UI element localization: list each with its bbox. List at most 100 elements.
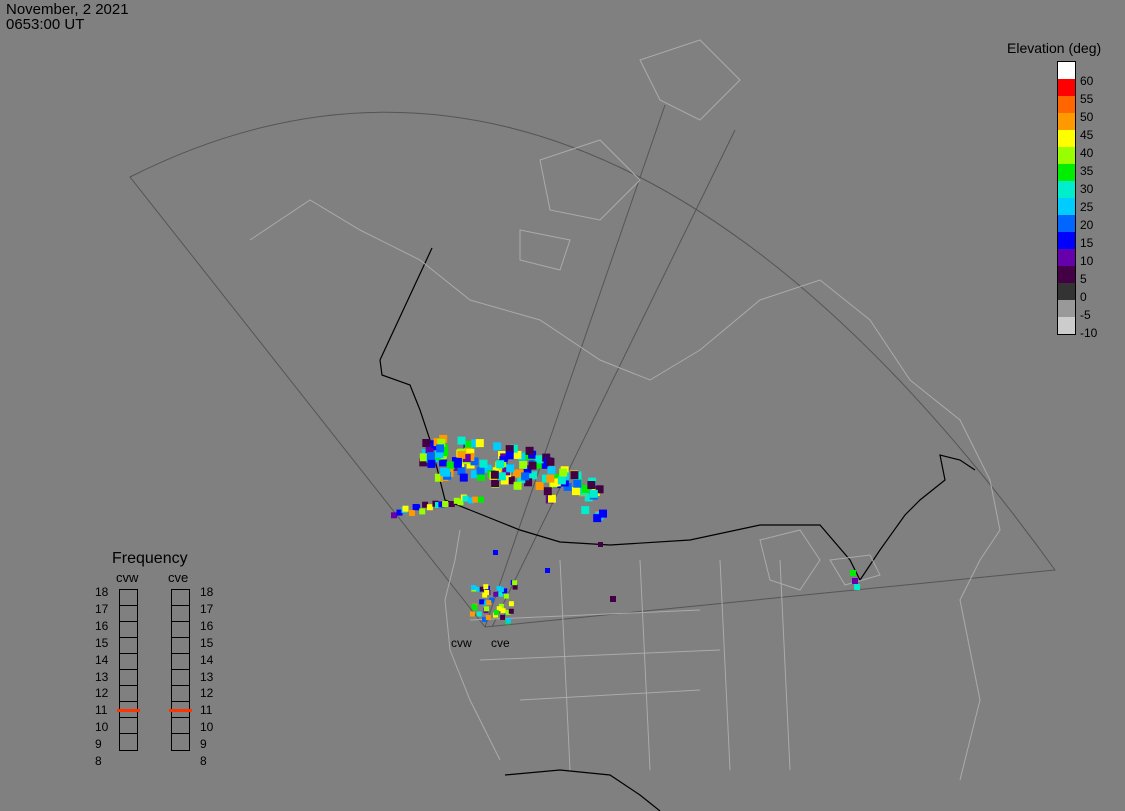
echo-cell — [500, 608, 506, 614]
frequency-cell — [172, 606, 189, 622]
radar-echoes — [391, 434, 860, 625]
great-lakes — [759, 529, 881, 591]
beam-line — [484, 104, 666, 628]
echo-cell — [479, 459, 488, 468]
echo-cell — [426, 452, 435, 461]
echo-cell — [476, 466, 485, 475]
colorbar-cell — [1058, 232, 1075, 249]
echo-cell — [593, 514, 602, 523]
echo-cell — [546, 457, 555, 466]
frequency-cell — [120, 734, 137, 750]
echo-cell — [471, 585, 476, 590]
colorbar-label: 10 — [1080, 254, 1094, 268]
colorbar-label: 20 — [1080, 218, 1094, 232]
frequency-cell — [172, 590, 189, 606]
echo-cell — [486, 600, 492, 606]
fov-outline — [129, 111, 1056, 628]
frequency-title: Frequency — [112, 550, 188, 567]
echo-cell — [479, 599, 485, 605]
echo-cell — [570, 471, 579, 480]
echo-cell — [546, 474, 555, 483]
frequency-cell — [172, 622, 189, 638]
frequency-cell — [120, 654, 137, 670]
echo-cell — [503, 593, 509, 599]
echo-cell — [422, 439, 431, 447]
echo-cell — [589, 489, 598, 498]
frequency-label-left: 18 — [95, 585, 109, 599]
echo-cell — [419, 508, 426, 515]
frequency-label-left: 14 — [95, 652, 109, 667]
time-label: 0653:00 UT — [6, 16, 85, 33]
echo-cell — [587, 481, 596, 489]
echo-cell — [547, 494, 556, 503]
echo-cell — [457, 436, 466, 445]
echo-cell — [505, 451, 514, 460]
canada-us-border — [379, 359, 976, 582]
colorbar-label: -5 — [1080, 308, 1091, 322]
echo-cell — [547, 466, 556, 475]
arctic-islands — [519, 39, 741, 271]
echo-cell — [469, 611, 475, 617]
us-mexico-border — [504, 769, 661, 811]
frequency-label-left: 17 — [95, 601, 109, 616]
colorbar-cell — [1058, 317, 1075, 334]
frequency-label-right: 9 — [200, 737, 207, 752]
radar-cvw-label: cvw — [116, 570, 139, 585]
echo-cell — [508, 608, 514, 614]
frequency-label-right: 17 — [200, 601, 214, 616]
field-of-view — [129, 104, 1056, 628]
frequency-cell — [172, 718, 189, 734]
frequency-cell — [120, 590, 137, 606]
frequency-label-right: 13 — [200, 669, 214, 684]
echo-cell — [442, 468, 451, 477]
frequency-label-left: 16 — [95, 618, 109, 633]
echo-cell — [854, 584, 860, 590]
echo-cell — [500, 614, 506, 620]
echo-cell — [459, 473, 468, 482]
colorbar-label: 0 — [1080, 290, 1087, 304]
echo-cell — [457, 450, 466, 459]
echo-cell — [409, 510, 415, 516]
echo-cell — [472, 605, 478, 611]
echo-cell — [427, 459, 436, 468]
date-label: November, 2 2021 — [6, 1, 129, 18]
colorbar-title: Elevation (deg) — [1007, 40, 1102, 56]
echo-cell — [559, 468, 568, 477]
colorbar-label: 15 — [1080, 236, 1094, 250]
frequency-column-cvw — [117, 589, 140, 751]
echo-cell — [598, 542, 603, 547]
echo-cell — [508, 601, 514, 607]
colorbar-cell — [1058, 283, 1075, 300]
elevation-colorbar — [1057, 61, 1076, 335]
echo-cell — [426, 504, 433, 511]
frequency-cell — [120, 670, 137, 686]
echo-cell — [519, 460, 528, 469]
echo-cell — [476, 611, 482, 617]
echo-cell — [521, 472, 530, 481]
frequency-label-right: 18 — [200, 585, 214, 599]
colorbar-label: 55 — [1080, 92, 1094, 106]
echo-cell — [483, 584, 489, 590]
echo-cell — [484, 590, 490, 595]
echo-cell — [557, 476, 566, 485]
echo-cell — [402, 505, 409, 512]
boundaries — [249, 39, 1001, 811]
echo-cell — [573, 479, 582, 488]
site-label-cve: cve — [491, 636, 510, 650]
echo-cell — [472, 496, 479, 503]
frequency-label-left: 15 — [95, 635, 109, 650]
frequency-label-right: 15 — [200, 635, 214, 650]
colorbar-label: 50 — [1080, 110, 1094, 124]
colorbar-label: 30 — [1080, 182, 1094, 196]
echo-cell — [513, 481, 522, 490]
echo-cell — [475, 439, 484, 448]
frequency-label-left: 10 — [95, 720, 109, 735]
echo-cell — [490, 470, 499, 479]
frequency-cell — [172, 638, 189, 654]
colorbar-cell — [1058, 130, 1075, 147]
colorbar-label: 35 — [1080, 164, 1094, 178]
frequency-cell — [172, 686, 189, 702]
echo-cell — [535, 482, 544, 490]
colorbar-label: 60 — [1080, 74, 1094, 88]
frequency-label-right: 8 — [200, 754, 207, 768]
